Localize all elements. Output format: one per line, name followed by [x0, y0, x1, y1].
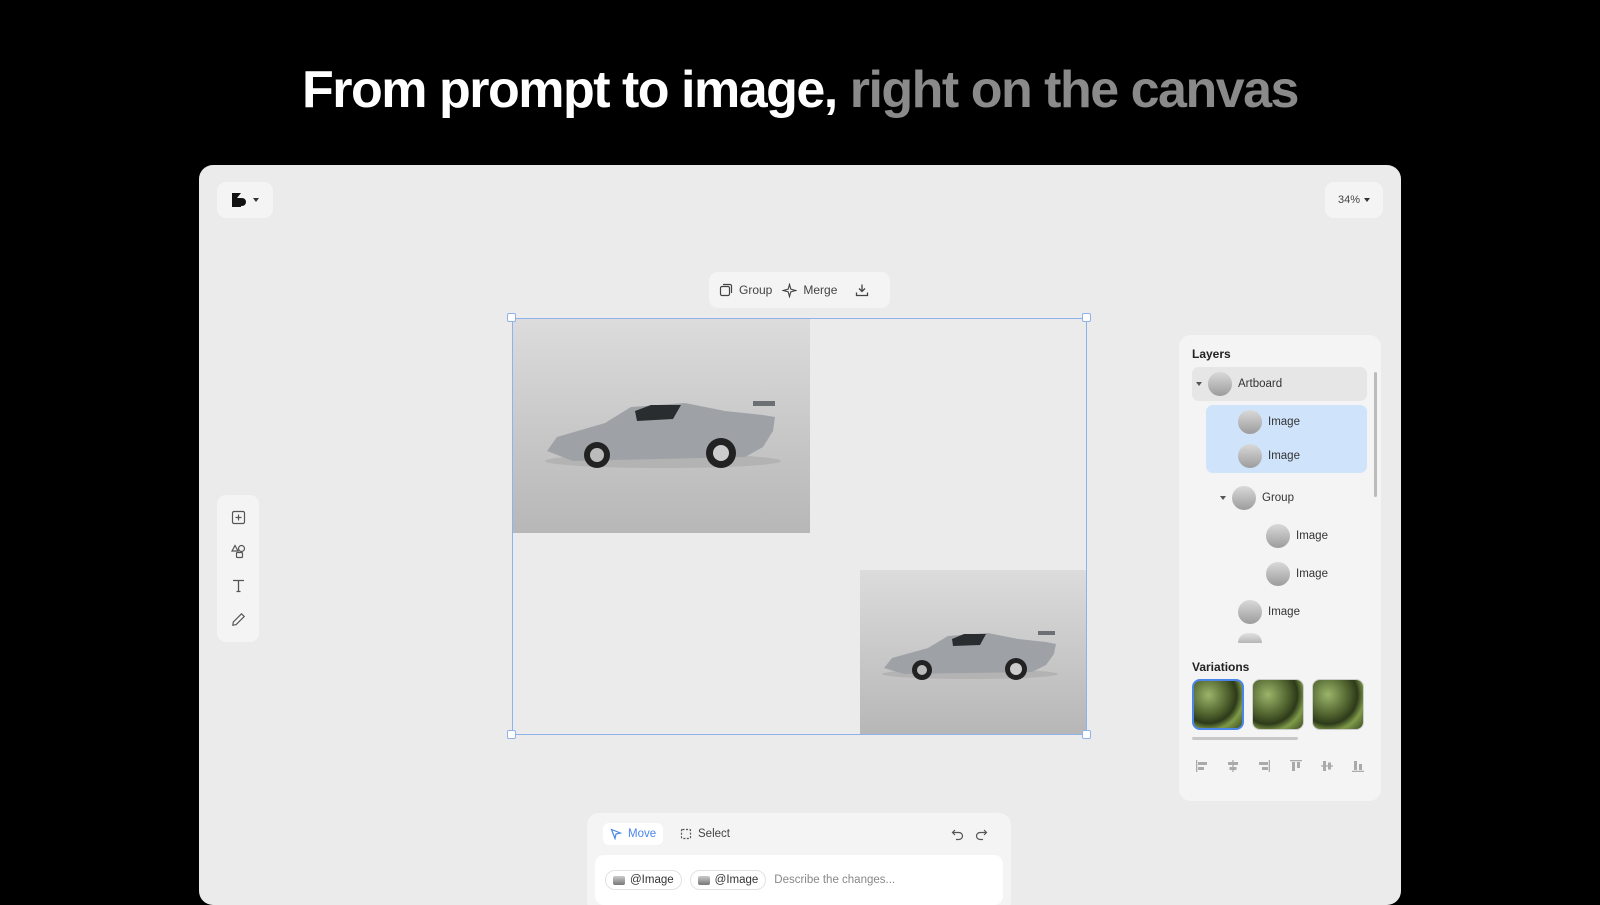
merge-label: Merge [803, 283, 838, 297]
layer-artboard[interactable]: Artboard [1192, 367, 1367, 401]
move-mode-button[interactable]: Move [603, 823, 664, 845]
headline-main: From prompt to image, [302, 61, 838, 119]
align-top-icon[interactable] [1289, 759, 1303, 773]
layer-thumbnail [1208, 372, 1232, 396]
alignment-toolbar [1195, 759, 1365, 773]
shapes-icon[interactable] [230, 544, 246, 559]
download-button[interactable] [855, 283, 869, 297]
layer-thumbnail [1232, 486, 1256, 510]
text-icon[interactable] [231, 578, 246, 593]
layer-thumbnail [1238, 600, 1262, 624]
layer-thumbnail [1238, 444, 1262, 468]
selection-toolbar: Group Merge [709, 272, 890, 308]
layers-scrollbar[interactable] [1374, 372, 1377, 497]
layer-thumbnail [1266, 562, 1290, 586]
download-icon [856, 284, 869, 297]
align-right-icon[interactable] [1257, 759, 1271, 773]
align-left-icon[interactable] [1195, 759, 1209, 773]
layer-label: Image [1268, 606, 1300, 618]
chevron-down-icon[interactable] [1220, 496, 1226, 500]
chevron-down-icon [1364, 198, 1371, 202]
prompt-input[interactable]: @Image @Image Describe the changes... [595, 855, 1003, 905]
move-label: Move [628, 828, 657, 840]
layer-thumbnail [1266, 524, 1290, 548]
align-bottom-icon[interactable] [1351, 759, 1365, 773]
redo-icon[interactable] [975, 828, 988, 841]
tool-palette [217, 495, 259, 642]
group-icon [719, 283, 733, 297]
layer-label: Image [1268, 450, 1300, 462]
merge-button[interactable]: Merge [782, 282, 838, 298]
layers-title: Layers [1192, 347, 1231, 361]
chevron-down-icon [253, 198, 259, 202]
select-mode-button[interactable]: Select [673, 823, 737, 845]
select-label: Select [698, 828, 730, 840]
layer-group[interactable]: Group [1220, 481, 1367, 515]
resize-handle-top-right[interactable] [1082, 313, 1091, 322]
variations-scrollbar[interactable] [1192, 737, 1298, 740]
layer-label: Artboard [1238, 378, 1283, 390]
headline-muted: right on the canvas [836, 61, 1300, 119]
variations-title: Variations [1192, 660, 1250, 674]
group-label: Group [739, 283, 773, 297]
resize-handle-top-left[interactable] [507, 313, 516, 322]
chip-label: @Image [714, 874, 759, 886]
layer-thumbnail [1238, 410, 1262, 434]
layer-image[interactable]: Image [1206, 405, 1367, 439]
undo-icon[interactable] [951, 828, 964, 841]
image-thumbnail [697, 875, 710, 885]
prompt-bar: Move Select @Image @Image Describe the c… [587, 813, 1011, 905]
chevron-down-icon[interactable] [1196, 382, 1202, 386]
layer-label: Image [1296, 568, 1328, 580]
app-logo-icon [232, 193, 246, 207]
cursor-icon [610, 828, 622, 840]
layer-label: Image [1268, 416, 1300, 428]
variation-thumbnail[interactable] [1252, 679, 1304, 730]
variation-thumbnail[interactable] [1192, 679, 1244, 730]
select-region-icon [680, 828, 692, 840]
layer-label: Image [1296, 530, 1328, 542]
group-button[interactable]: Group [719, 283, 772, 297]
layers-panel: Layers Artboard Image Image Group Image … [1179, 335, 1381, 801]
zoom-level: 34% [1337, 194, 1361, 206]
image-reference-chip[interactable]: @Image [689, 870, 767, 890]
layer-thumbnail-partial [1238, 633, 1262, 643]
chip-label: @Image [630, 874, 674, 886]
prompt-placeholder: Describe the changes... [774, 874, 896, 886]
layer-image[interactable]: Image [1266, 557, 1367, 591]
pencil-icon[interactable] [231, 612, 246, 627]
app-menu-button[interactable] [217, 182, 273, 218]
selection-box[interactable] [512, 318, 1087, 735]
layer-label: Group [1262, 492, 1294, 504]
headline: From prompt to image, right on the canva… [0, 60, 1600, 120]
resize-handle-bottom-right[interactable] [1082, 730, 1091, 739]
app-window: 34% Group Merge Layers Artboard Image Im… [199, 165, 1401, 905]
add-frame-icon[interactable] [231, 510, 246, 525]
image-thumbnail [613, 875, 625, 885]
layer-image[interactable]: Image [1238, 595, 1367, 629]
zoom-dropdown[interactable]: 34% [1325, 182, 1383, 218]
align-center-icon[interactable] [1226, 759, 1240, 773]
image-reference-chip[interactable]: @Image [605, 870, 682, 890]
variation-thumbnail[interactable] [1312, 679, 1364, 730]
layer-image[interactable]: Image [1206, 439, 1367, 473]
align-middle-icon[interactable] [1320, 759, 1334, 773]
resize-handle-bottom-left[interactable] [507, 730, 516, 739]
sparkle-icon [782, 282, 798, 298]
layer-image[interactable]: Image [1266, 519, 1367, 553]
